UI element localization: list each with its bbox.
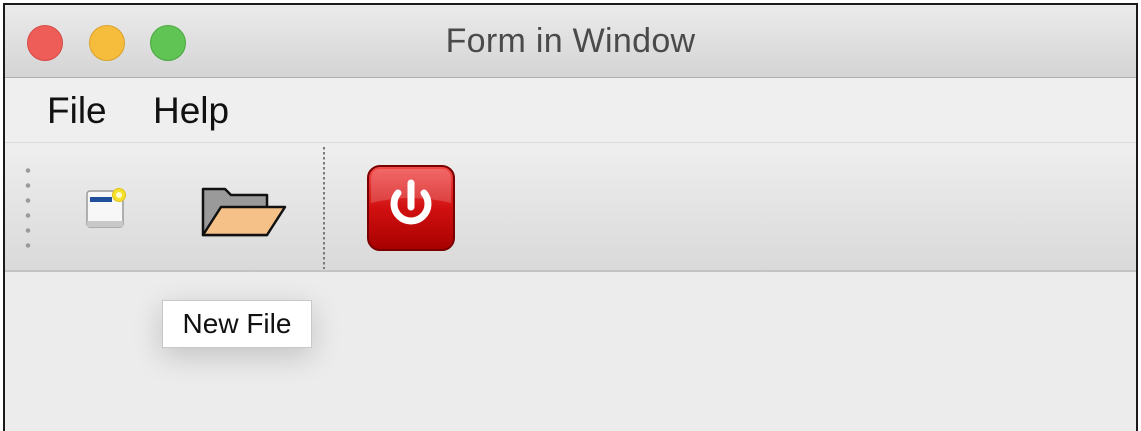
power-icon — [367, 165, 455, 251]
open-folder-icon — [201, 187, 287, 237]
menu-help[interactable]: Help — [153, 90, 229, 132]
title-bar[interactable]: Form in Window — [5, 5, 1136, 78]
app-window: Form in Window File Help — [3, 3, 1138, 431]
central-content-area — [5, 272, 1136, 431]
new-file-icon — [86, 188, 126, 228]
menu-bar: File Help — [5, 78, 1136, 143]
menu-file[interactable]: File — [47, 90, 107, 132]
tooltip: New File — [162, 300, 312, 348]
toolbar — [5, 143, 1136, 272]
exit-button[interactable] — [365, 163, 457, 253]
window-title: Form in Window — [445, 22, 696, 60]
toolbar-grip-handle[interactable] — [25, 163, 31, 248]
open-file-button[interactable] — [197, 183, 289, 245]
new-file-button[interactable] — [81, 183, 131, 235]
toolbar-separator — [323, 147, 325, 269]
